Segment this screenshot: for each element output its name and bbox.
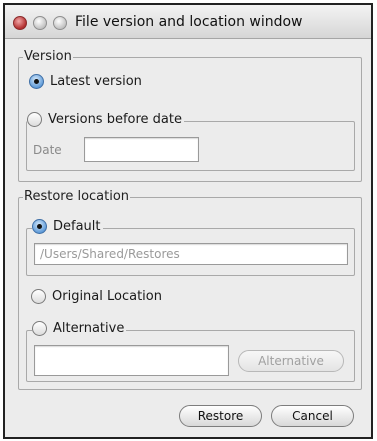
radio-latest-version-label: Latest version	[50, 74, 142, 89]
radio-versions-before-date-label: Versions before date	[48, 112, 182, 127]
versions-before-date-group: Versions before date Date	[26, 112, 355, 171]
radio-alternative[interactable]: Alternative	[32, 321, 127, 336]
window-title: File version and location window	[75, 14, 303, 30]
default-location-group: Default /Users/Shared/Restores	[26, 219, 355, 276]
version-legend: Version	[23, 49, 73, 64]
title-bar[interactable]: File version and location window	[5, 5, 371, 39]
version-group: Version Latest version Versions before d…	[18, 49, 362, 182]
close-window-icon[interactable]	[13, 16, 27, 30]
radio-alternative-label: Alternative	[53, 321, 125, 336]
radio-latest-version[interactable]: Latest version	[29, 74, 142, 89]
restore-location-group: Restore location Default /Users/Shared/R…	[18, 189, 362, 390]
alternative-path-input[interactable]	[34, 345, 229, 376]
default-path-field: /Users/Shared/Restores	[34, 243, 348, 265]
radio-default-label: Default	[53, 219, 101, 234]
radio-default[interactable]: Default	[32, 219, 103, 234]
restore-button[interactable]: Restore	[179, 405, 262, 427]
radio-versions-before-date[interactable]: Versions before date	[27, 112, 184, 127]
radio-original-location-label: Original Location	[52, 289, 162, 304]
radio-latest-version-icon[interactable]	[29, 74, 44, 89]
date-label: Date	[33, 143, 62, 157]
date-input[interactable]	[84, 137, 199, 162]
radio-alternative-icon[interactable]	[32, 321, 47, 336]
alternative-browse-button[interactable]: Alternative	[238, 350, 344, 372]
file-version-window: File version and location window Version…	[3, 3, 373, 439]
alternative-location-group: Alternative Alternative	[26, 321, 355, 382]
radio-original-location-icon[interactable]	[31, 289, 46, 304]
radio-default-icon[interactable]	[32, 219, 47, 234]
minimize-window-icon[interactable]	[33, 16, 47, 30]
restore-location-legend: Restore location	[23, 189, 131, 204]
radio-original-location[interactable]: Original Location	[31, 289, 162, 304]
radio-versions-before-date-icon[interactable]	[27, 112, 42, 127]
cancel-button[interactable]: Cancel	[271, 405, 354, 427]
zoom-window-icon[interactable]	[53, 16, 67, 30]
